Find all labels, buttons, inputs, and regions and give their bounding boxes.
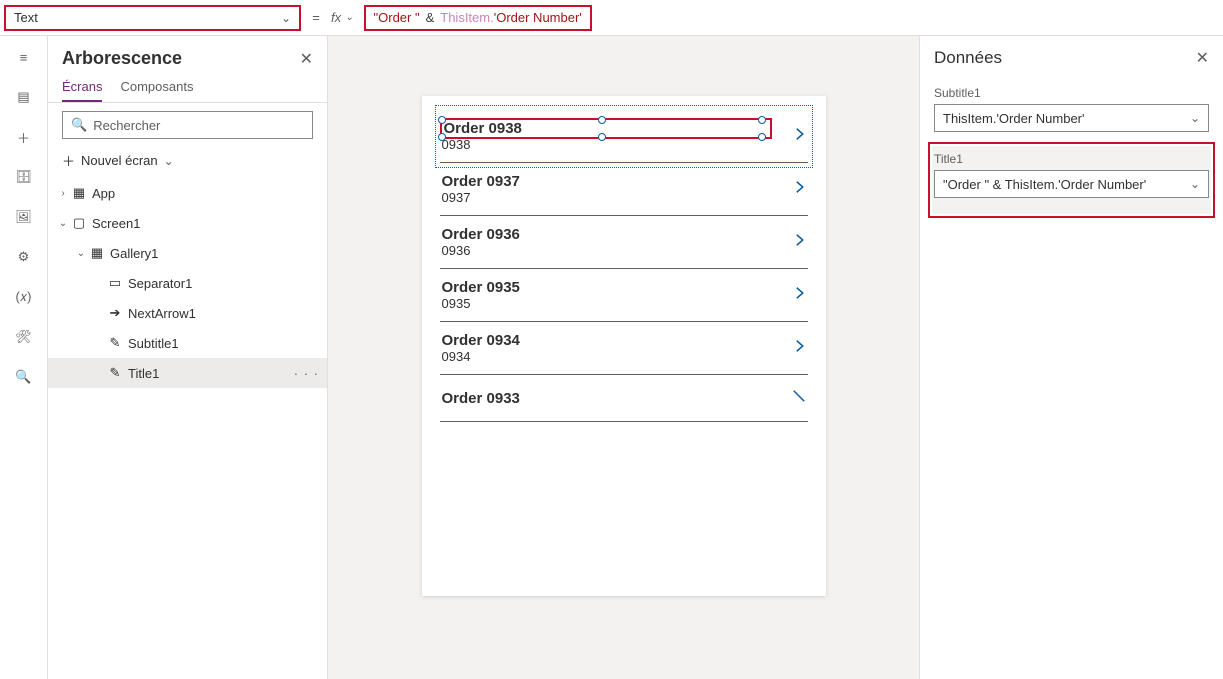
tree-node-separator1[interactable]: ▭ Separator1 [48,268,327,298]
insert-icon[interactable]: ＋ [10,126,38,148]
advanced-tools-icon[interactable]: 🛠 [10,326,38,348]
selection-handle[interactable] [758,133,766,141]
gallery-item[interactable]: Order 09350935 [440,269,808,322]
gallery-item-title: Order 0933 [442,390,520,407]
tab-components[interactable]: Composants [120,79,193,102]
screen-icon: ▢ [70,215,88,231]
chevron-down-icon: ⌄ [345,12,353,23]
gallery-item[interactable]: Order 09370937 [440,163,808,216]
property-dropdown-value: Text [14,10,38,25]
field-dropdown-subtitle1[interactable]: ThisItem.'Order Number' ⌄ [934,104,1209,132]
formula-input[interactable]: "Order " & ThisItem. 'Order Number' [364,5,592,31]
separator-icon: ▭ [106,275,124,291]
selection-handle[interactable] [598,116,606,124]
hamburger-icon[interactable]: ≡ [10,46,38,68]
tree-view-title: Arborescence [62,48,182,69]
more-icon[interactable]: · · · [294,366,319,381]
chevron-right-icon: › [56,188,70,199]
tab-screens[interactable]: Écrans [62,79,102,102]
field-label: Subtitle1 [934,86,1209,100]
field-subtitle1: Subtitle1 ThisItem.'Order Number' ⌄ [934,86,1209,132]
close-icon[interactable]: ✕ [300,49,313,69]
next-arrow-icon[interactable] [790,385,808,411]
chevron-down-icon: ⌄ [281,11,291,25]
next-arrow-icon[interactable] [790,335,808,361]
label-icon: ✎ [106,335,124,351]
new-screen-button[interactable]: ＋ Nouvel écran ⌄ [48,147,327,178]
search-icon: 🔍 [71,117,87,133]
tree-node-subtitle1[interactable]: ✎ Subtitle1 [48,328,327,358]
field-title1: Title1 "Order " & ThisItem.'Order Number… [932,146,1211,214]
selection-handle[interactable] [758,116,766,124]
next-arrow-icon[interactable] [790,229,808,255]
formula-bar: Text ⌄ = fx ⌄ "Order " & ThisItem. 'Orde… [0,0,1223,36]
next-arrow-icon[interactable] [790,123,808,149]
chevron-down-icon: ⌄ [1190,111,1200,125]
property-dropdown[interactable]: Text ⌄ [4,5,301,31]
gallery-item[interactable]: Order 09380938 [440,110,808,163]
chevron-down-icon: ⌄ [74,248,88,259]
next-arrow-icon[interactable] [790,282,808,308]
equals-sign: = [301,10,331,25]
data-panel-title: Données [934,48,1002,68]
tree-search-input[interactable]: 🔍 Rechercher [62,111,313,139]
chevron-down-icon: ⌄ [164,154,174,168]
chevron-down-icon: ⌄ [56,218,70,229]
app-preview: Order 09380938Order 09370937Order 093609… [422,96,826,596]
tree-node-nextarrow1[interactable]: ➔ NextArrow1 [48,298,327,328]
media-icon[interactable]: 🖼 [10,206,38,228]
label-icon: ✎ [106,365,124,381]
chevron-down-icon: ⌄ [1190,177,1200,191]
left-rail: ≡ ▤ ＋ 🗄 🖼 ⚙ (𝑥) 🛠 🔍 [0,36,48,679]
plus-icon: ＋ [62,151,75,170]
gallery-item-subtitle: 0934 [442,349,520,364]
field-label: Title1 [934,152,1209,166]
gallery-item-title[interactable]: Order 0938 [442,120,524,137]
tree-tabs: Écrans Composants [48,73,327,103]
selection-handle[interactable] [598,133,606,141]
tree-node-app[interactable]: › ▦ App [48,178,327,208]
tree-node-title1[interactable]: ✎ Title1 · · · [48,358,327,388]
tree-view-panel: Arborescence ✕ Écrans Composants 🔍 Reche… [48,36,328,679]
gallery-item[interactable]: Order 09340934 [440,322,808,375]
gallery-item-subtitle: 0936 [442,243,520,258]
gallery-item[interactable]: Order 0933 [440,375,808,422]
arrow-icon: ➔ [106,305,124,321]
gallery-item-title: Order 0934 [442,332,520,349]
next-arrow-icon[interactable] [790,176,808,202]
gallery-icon: ▦ [88,245,106,261]
gallery-item-title: Order 0936 [442,226,520,243]
tree-view-icon[interactable]: ▤ [10,86,38,108]
power-automate-icon[interactable]: ⚙ [10,246,38,268]
tree-node-screen1[interactable]: ⌄ ▢ Screen1 [48,208,327,238]
close-icon[interactable]: ✕ [1196,48,1209,68]
search-placeholder: Rechercher [93,118,160,133]
app-icon: ▦ [70,185,88,201]
data-panel: Données ✕ Subtitle1 ThisItem.'Order Numb… [919,36,1223,679]
variables-icon[interactable]: (𝑥) [10,286,38,308]
canvas[interactable]: Order 09380938Order 09370937Order 093609… [328,36,919,679]
fx-icon[interactable]: fx ⌄ [331,10,354,25]
gallery-item-title: Order 0935 [442,279,520,296]
gallery-item-subtitle: 0937 [442,190,520,205]
gallery-item-title: Order 0937 [442,173,520,190]
gallery-item-subtitle: 0935 [442,296,520,311]
field-dropdown-title1[interactable]: "Order " & ThisItem.'Order Number' ⌄ [934,170,1209,198]
gallery-item[interactable]: Order 09360936 [440,216,808,269]
tree-node-gallery1[interactable]: ⌄ ▦ Gallery1 [48,238,327,268]
data-icon[interactable]: 🗄 [10,166,38,188]
selection-handle[interactable] [438,116,446,124]
selection-handle[interactable] [438,133,446,141]
tree-list: › ▦ App ⌄ ▢ Screen1 ⌄ ▦ Gallery1 ▭ Separ… [48,178,327,679]
search-icon[interactable]: 🔍 [10,366,38,388]
